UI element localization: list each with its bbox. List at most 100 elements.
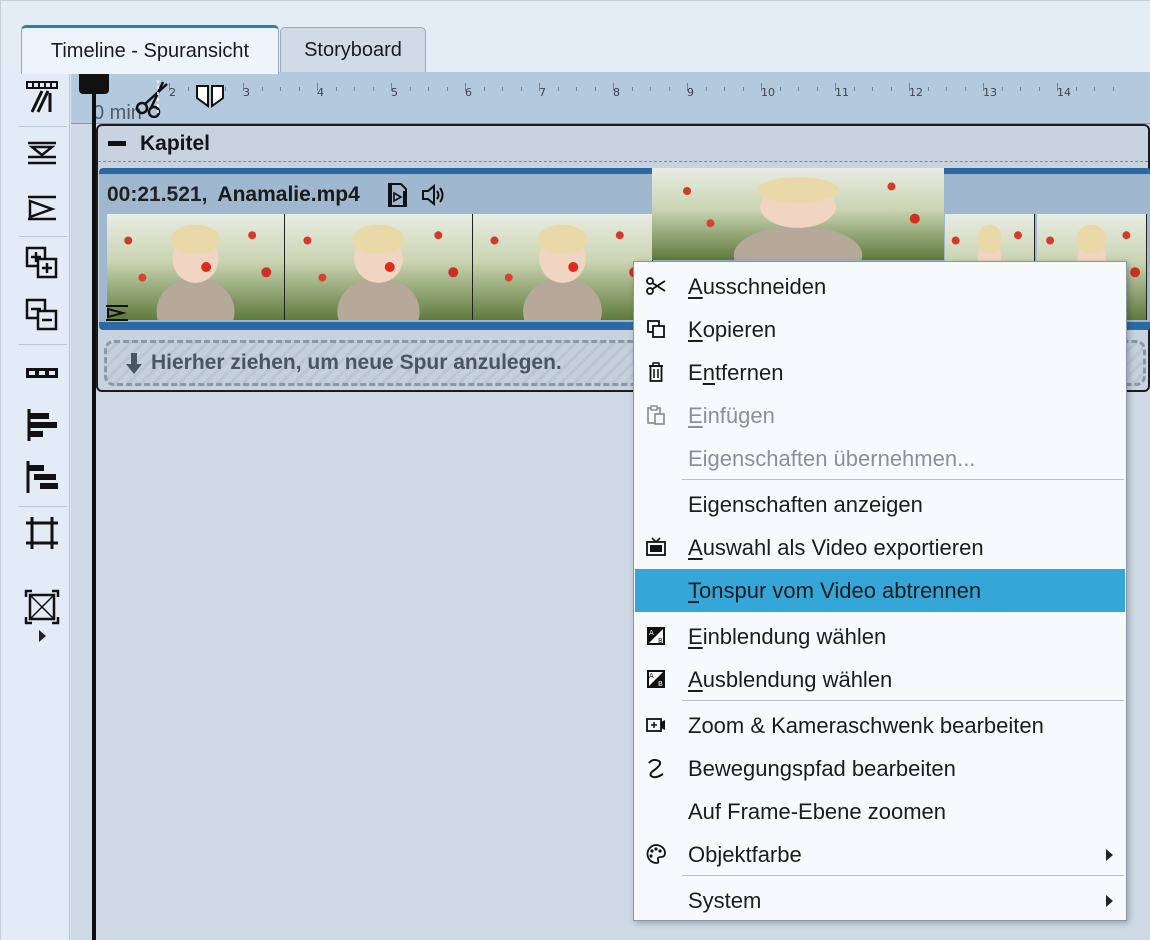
ruler-minor-tick (520, 87, 522, 91)
submenu-arrow-icon (1106, 895, 1113, 907)
label-accelerator: n (702, 360, 715, 385)
label-part: uswahl als Video exportieren (702, 535, 984, 560)
menu-item-entfernen[interactable]: Entfernen (635, 351, 1125, 394)
ruler-minor-tick (354, 87, 355, 91)
context-menu: Ausschneiden Kopieren Entfernen Einfügen Eig… (633, 261, 1127, 921)
playhead-line[interactable] (92, 72, 96, 940)
ruler-minor-tick (1038, 87, 1040, 91)
align-center-icon[interactable] (23, 134, 61, 172)
tab-storyboard[interactable]: Storyboard (280, 27, 426, 72)
ruler-minor-tick (372, 87, 374, 91)
menu-item-einblendung-wählen[interactable]: B A Einblendung wählen (635, 615, 1125, 658)
ruler-minor-tick (446, 87, 448, 91)
label-accelerator: A (688, 535, 703, 560)
menu-item-label: Entfernen (688, 360, 783, 386)
menu-item-einfügen[interactable]: Einfügen (635, 394, 1125, 437)
menu-item-ausschneiden[interactable]: Ausschneiden (635, 265, 1125, 308)
ruler-minor-tick (1094, 87, 1095, 91)
label-accelerator: K (688, 317, 703, 342)
trash-icon (645, 361, 667, 383)
menu-item-eigenschaften-übernehmen[interactable]: Eigenschaften übernehmen... (635, 437, 1125, 480)
tab-storyboard-label: Storyboard (304, 38, 402, 61)
menu-item-zoom-kameraschwenk-bearbeiten[interactable]: Zoom & Kameraschwenk bearbeiten (635, 704, 1125, 747)
ruler-minor-tick (576, 87, 577, 91)
track-tool-icon[interactable] (23, 78, 61, 116)
remove-track-icon[interactable] (23, 296, 61, 334)
svg-text:B: B (658, 680, 663, 688)
transition-icon[interactable] (23, 188, 61, 226)
ruler-minor-tick (557, 87, 559, 91)
menu-item-label: Einblendung wählen (688, 624, 886, 650)
label-part: usschneiden (702, 274, 827, 299)
label-part: onspur vom Video abtrennen (699, 578, 982, 603)
add-track-icon[interactable] (23, 244, 61, 282)
fade-in-icon: BA (645, 625, 667, 647)
menu-item-system[interactable]: System (635, 879, 1125, 922)
ruler-tick-label: 13 (983, 86, 997, 99)
label-part: tfernen (714, 360, 784, 385)
label-part: inblendung wählen (702, 624, 887, 649)
ruler-minor-tick (964, 87, 966, 91)
label-part: Objektfarbe (688, 842, 802, 867)
ruler-minor-tick (724, 87, 725, 91)
menu-item-label: Auf Frame-Ebene zoomen (688, 799, 946, 825)
menu-item-ausblendung-wählen[interactable]: A B Ausblendung wählen (635, 658, 1125, 701)
ruler-tick-label: 14 (1057, 86, 1071, 99)
time-ruler[interactable]: 0 min 2 3 4 5 6 7 8 9 10 11 12 13 14 (71, 72, 1150, 124)
menu-item-kopieren[interactable]: Kopieren (635, 308, 1125, 351)
ruler-minor-tick (187, 87, 189, 91)
menu-item-bewegungspfad-bearbeiten[interactable]: Bewegungspfad bearbeiten (635, 747, 1125, 790)
menu-item-tonspur-vom-video-abtrennen[interactable]: Tonspur vom Video abtrennen (635, 569, 1125, 612)
clip-transition-icon[interactable] (105, 304, 129, 322)
paste-icon (645, 404, 667, 426)
align-left-icon[interactable] (23, 406, 61, 444)
ruler-minor-tick (1075, 87, 1077, 91)
ruler-minor-tick (779, 87, 781, 91)
ruler-minor-tick (631, 87, 633, 91)
ruler-minor-tick (650, 87, 651, 91)
video-file-icon[interactable] (384, 182, 410, 208)
filmstrip-icon[interactable] (23, 354, 61, 392)
menu-item-eigenschaften-anzeigen[interactable]: Eigenschaften anzeigen (635, 483, 1125, 526)
marker-icon[interactable] (195, 84, 225, 112)
clip-preview-thumbnail (652, 168, 944, 260)
ruler-minor-tick (409, 87, 411, 91)
scissors-cut-icon[interactable] (133, 78, 173, 118)
ruler-minor-tick (594, 87, 596, 91)
speaker-icon[interactable] (420, 182, 446, 208)
playhead-handle[interactable] (79, 72, 109, 94)
palette-icon (645, 843, 667, 865)
ruler-minor-tick (335, 87, 337, 91)
collapse-icon[interactable] (108, 141, 126, 146)
ruler-minor-tick (946, 87, 947, 91)
dropzone-text: Hierher ziehen, um neue Spur anzulegen. (151, 351, 562, 374)
label-part: System (688, 888, 762, 913)
menu-item-objektfarbe[interactable]: Objektfarbe (635, 833, 1125, 876)
menu-item-label: Auswahl als Video exportieren (688, 535, 984, 561)
label-part: Auf Frame-Ebene zoomen (688, 799, 947, 824)
menu-item-auswahl-als-video-exportieren[interactable]: Auswahl als Video exportieren (635, 526, 1125, 569)
ruler-minor-tick (872, 87, 873, 91)
svg-text:B: B (658, 637, 663, 645)
clip-duration: 00:21.521, (107, 183, 208, 206)
tab-timeline-label: Timeline - Spuransicht (50, 39, 250, 62)
clip-thumbnail (473, 214, 653, 320)
label-part: Eigenschaften anzeigen (688, 492, 923, 517)
expand-arrow-icon[interactable] (39, 630, 46, 642)
clip-thumbnail (285, 214, 473, 320)
ruler-tick-label: 3 (243, 86, 250, 99)
fit-frame-icon[interactable] (23, 588, 61, 626)
frame-crop-icon[interactable] (23, 514, 61, 552)
align-right-icon[interactable] (23, 458, 61, 496)
ruler-minor-tick (1020, 87, 1021, 91)
dropzone-label: Hierher ziehen, um neue Spur anzulegen. (125, 351, 562, 375)
clip-header: 00:21.521, Anamalie.mp4 (107, 182, 446, 208)
fade-out-icon: AB (645, 668, 667, 690)
label-part: Eigenschaften übernehmen... (688, 446, 976, 471)
menu-item-label: Zoom & Kameraschwenk bearbeiten (688, 713, 1044, 739)
svg-text:A: A (649, 629, 654, 637)
ruler-tick-label: 4 (317, 86, 324, 99)
menu-item-auf-frame-ebene-zoomen[interactable]: Auf Frame-Ebene zoomen (635, 790, 1125, 833)
tab-timeline[interactable]: Timeline - Spuransicht (21, 25, 279, 74)
ruler-minor-tick (816, 87, 818, 91)
